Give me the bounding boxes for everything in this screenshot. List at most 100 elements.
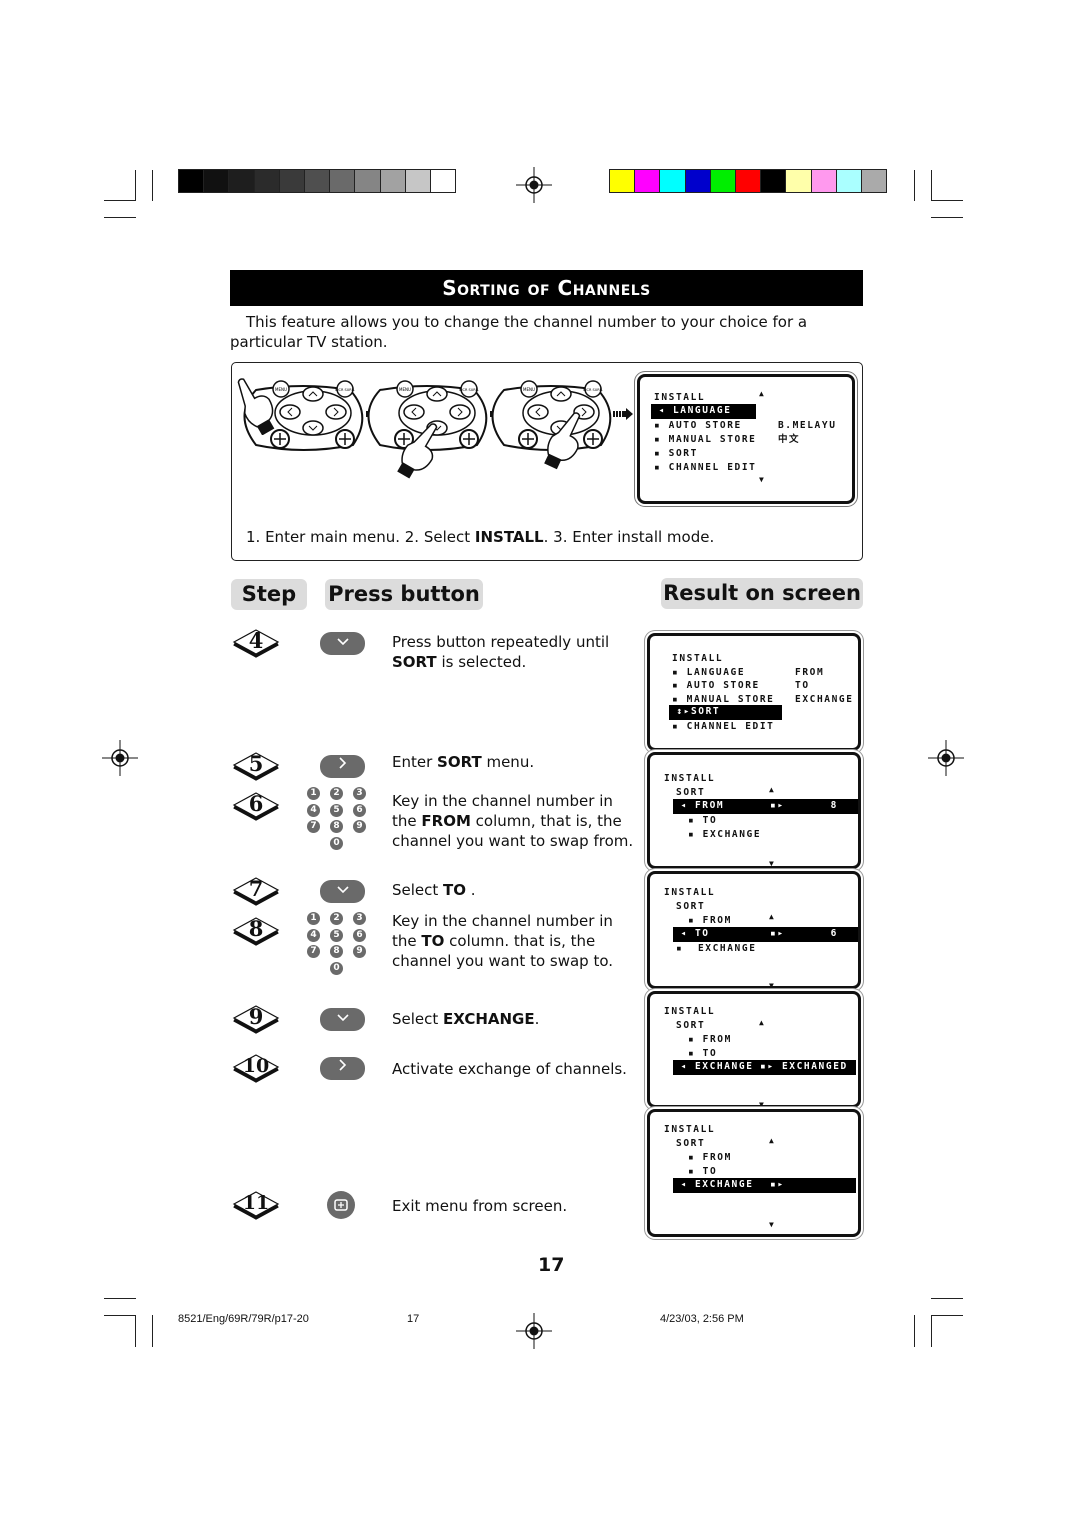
step-number-badge: 9 [232,1004,280,1034]
crop-mark [104,1298,136,1299]
number-key-9[interactable]: 9 [353,820,366,833]
row-value: ▪▸ [770,800,785,811]
number-key-2[interactable]: 2 [330,912,343,925]
row-value: 中文 [756,434,801,445]
highlighted-row: ↕▸SORT [669,705,782,720]
row-value: FROM [795,666,825,678]
text: . [534,1010,540,1028]
bold-text: EXCHANGE [443,1010,535,1028]
color-swatch [836,170,862,192]
channel-number: 8 [830,800,838,811]
number-key-3[interactable]: 3 [353,912,366,925]
number-key-0[interactable]: 0 [330,961,343,975]
chevron-right-icon [338,757,346,769]
scroll-down-icon: ▼ [759,475,766,484]
step-number: 10 [242,1055,270,1077]
color-swatch [685,170,711,192]
gray-swatch [430,170,456,192]
menu-exit-icon [334,1199,348,1211]
crop-mark [931,1315,932,1347]
number-key-9[interactable]: 9 [353,945,366,958]
step-instruction: Key in the channel number in the FROM co… [392,791,637,851]
number-key-8[interactable]: 8 [330,945,343,958]
channel-number: 6 [830,928,838,939]
menu-row: ▪ EXCHANGE [688,829,762,840]
menu-row: ▪ TO [688,1048,718,1059]
svg-text:INCR SURR.: INCR SURR. [335,388,355,392]
right-button[interactable] [320,755,365,778]
number-key-4[interactable]: 4 [307,928,320,942]
crop-mark [104,1315,136,1316]
crop-mark [914,170,915,201]
menu-row: SORT [676,901,706,912]
number-key-7[interactable]: 7 [307,945,320,958]
gray-swatch [279,170,305,192]
exit-menu-button[interactable] [327,1191,355,1219]
registration-mark-icon [516,167,552,203]
number-key-6[interactable]: 6 [353,928,366,942]
step-number-badge: 6 [232,791,280,821]
down-button[interactable] [320,1008,365,1031]
number-key-2[interactable]: 2 [330,787,343,800]
number-key-4[interactable]: 4 [307,803,320,817]
arrow-right-icon [613,405,633,420]
step-number: 5 [248,751,264,776]
number-key-5[interactable]: 5 [330,928,343,942]
intro-text: This feature allows you to change the ch… [230,313,808,351]
gray-swatch [229,170,255,192]
row-value: TO [795,680,810,691]
step-instruction: Press button repeatedly until SORT is se… [392,632,637,672]
install-menu-screen: INSTALL ◂ LANGUAGE ▪▸ ENGLISH ▪ AUTO STORE… [637,374,855,504]
menu-row: ▪ EXCHANGE [676,943,757,954]
chevron-down-icon [336,638,349,646]
crop-mark [931,200,963,201]
menu-row: ▪ FROM [688,1152,732,1163]
chevron-right-icon [338,1059,346,1071]
number-key-8[interactable]: 8 [330,820,343,833]
scroll-down-icon: ▼ [769,981,776,990]
page-number: 17 [538,1254,565,1276]
gray-swatch [179,170,205,192]
chevron-down-icon [336,886,349,894]
crop-mark [104,200,136,201]
scroll-down-icon: ▼ [769,1220,776,1229]
scroll-down-icon: ▼ [759,1100,766,1109]
gray-swatch [355,170,381,192]
down-button[interactable] [320,632,365,655]
down-button[interactable] [320,880,365,903]
text: Exit menu from screen. [392,1197,568,1215]
svg-text:INCR SURR.: INCR SURR. [583,388,603,392]
menu-row: INSTALL [664,1006,716,1017]
registration-mark-icon [102,740,138,776]
gray-swatch [330,170,356,192]
number-key-7[interactable]: 7 [307,820,320,833]
number-key-0[interactable]: 0 [330,836,343,850]
pointing-hand-icon [395,420,445,480]
right-button[interactable] [320,1057,365,1080]
footer-date: 4/23/03, 2:56 PM [660,1313,744,1325]
step-number: 6 [248,791,264,816]
number-key-6[interactable]: 6 [353,803,366,817]
scroll-up-icon: ▲ [759,389,766,398]
step-number-badge: 7 [232,876,280,906]
number-key-1[interactable]: 1 [307,787,320,800]
footer-file: 8521/Eng/69R/79R/p17-20 [178,1313,309,1325]
crop-mark [931,170,932,201]
number-key-5[interactable]: 5 [330,803,343,817]
menu-row: ▪ TO [688,815,718,826]
highlighted-row: ◂ EXCHANGE ▪▸ EXCHANGED [673,1060,856,1075]
row-value: EXCHANGE [795,693,854,705]
menu-row: INSTALL [654,392,706,403]
menu-row: ▪ TO [688,1166,718,1177]
registration-mark-icon [928,740,964,776]
highlighted-row: ◂ FROM ▪▸ 8 [673,799,858,814]
text: Enter [392,753,438,771]
number-key-3[interactable]: 3 [353,787,366,800]
svg-text:MENU: MENU [523,387,535,392]
step-number-badge: 8 [232,916,280,946]
step-number-badge: 10 [232,1053,280,1083]
highlighted-row: ◂ TO ▪▸ 6 [673,927,858,942]
number-key-1[interactable]: 1 [307,912,320,925]
step-instruction: Activate exchange of channels. [392,1059,637,1079]
color-bar [609,169,887,193]
